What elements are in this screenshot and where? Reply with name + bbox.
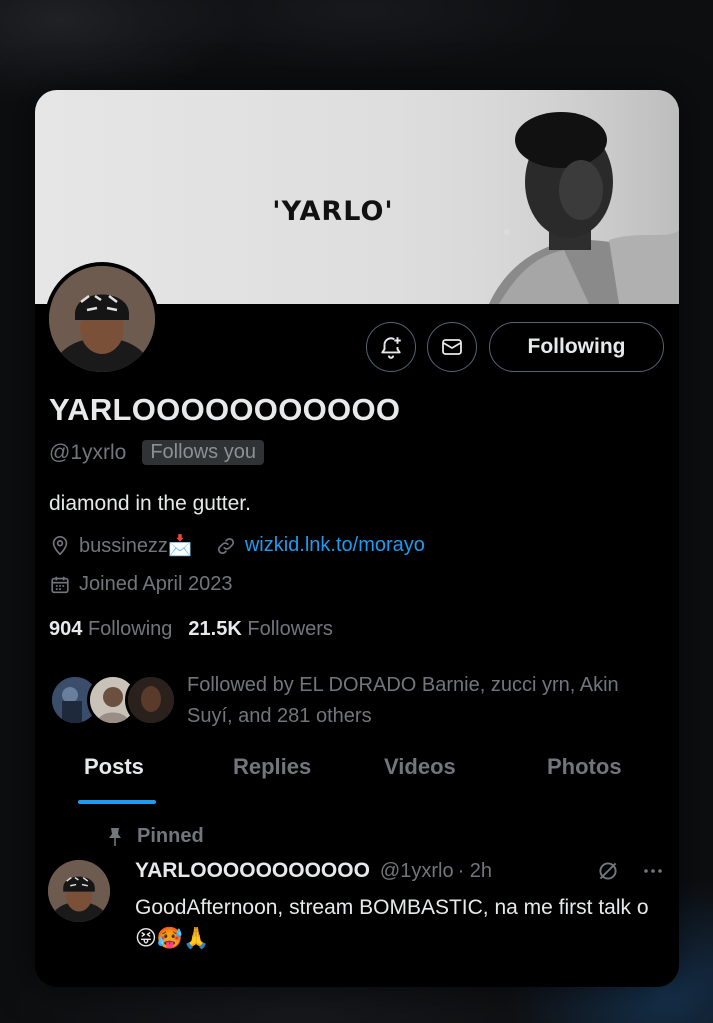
display-name: YARLOOOOOOOOOOO [49,392,401,427]
banner-title: 'YARLO' [272,196,394,227]
more-options-icon[interactable] [641,859,665,883]
post-author-handle[interactable]: @1yxrlo [380,860,454,883]
pin-icon [109,827,121,846]
active-tab-indicator [78,800,156,804]
bell-plus-icon [381,337,401,359]
followers-label: Followers [247,618,333,640]
message-button[interactable] [427,322,477,372]
follow-stats: 904 Following 21.5K Followers [49,618,333,641]
following-label: Following [87,618,173,640]
profile-card: 'YARLO' Following YARLOOOOOOOOOOO @1yxrl… [35,90,679,987]
following-button[interactable]: Following [489,322,664,372]
link-icon [217,537,234,554]
post-author-name[interactable]: YARLOOOOOOOOOOO [135,859,370,883]
pinned-label: Pinned [137,825,204,847]
followers-stat[interactable]: 21.5K Followers [188,618,333,641]
grok-icon[interactable] [595,858,621,884]
profile-avatar[interactable] [45,262,159,376]
followers-count: 21.5K [188,618,242,640]
following-stat[interactable]: 904 Following [49,618,172,641]
profile-tabs: Posts Replies Videos Photos [35,754,679,808]
joined-row: Joined April 2023 [49,573,232,596]
follows-you-badge: Follows you [142,440,264,465]
banner-portrait-image [469,90,679,304]
tab-replies[interactable]: Replies [233,754,311,780]
post-author-avatar[interactable] [48,860,110,922]
follower-avatar [125,674,177,726]
calendar-icon [51,576,69,593]
post-timestamp[interactable]: · 2h [458,860,492,883]
pinned-indicator: Pinned [107,825,204,848]
profile-bio: diamond in the gutter. [49,492,251,515]
location-website-row: bussinezz📩 wizkid.lnk.to/morayo [49,533,425,558]
location-pin-icon [52,535,68,555]
following-count: 904 [49,618,83,640]
joined-date: Joined April 2023 [79,573,233,595]
post-text: GoodAfternoon, stream BOMBASTIC, na me f… [135,896,649,950]
profile-website-link[interactable]: wizkid.lnk.to/morayo [245,534,425,557]
post-header: YARLOOOOOOOOOOO @1yxrlo · 2h [135,858,665,884]
tab-posts[interactable]: Posts [84,754,144,780]
user-handle: @1yxrlo [49,440,127,464]
handle-row: @1yxrlo Follows you [49,440,264,465]
followed-by-avatars [49,674,177,728]
tab-videos[interactable]: Videos [384,754,456,780]
profile-location: bussinezz📩 [79,535,193,557]
avatar-image [48,860,110,922]
followed-by-row[interactable]: Followed by EL DORADO Barnie, zucci yrn,… [49,670,667,732]
followed-by-text: Followed by EL DORADO Barnie, zucci yrn,… [187,674,619,727]
tab-photos[interactable]: Photos [547,754,622,780]
envelope-icon [442,339,462,355]
notifications-button[interactable] [366,322,416,372]
avatar-image [49,266,155,372]
